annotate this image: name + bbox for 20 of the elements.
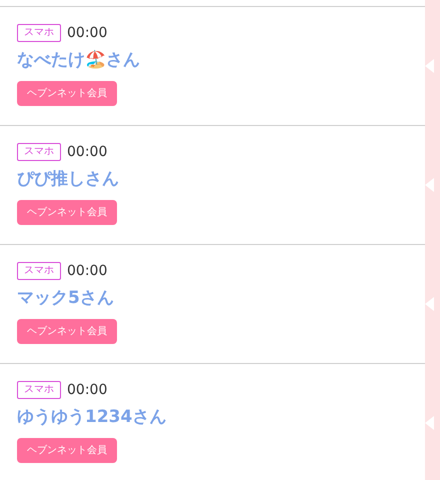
- notch-icon: [425, 58, 434, 72]
- user-name: なべたけ🏖さん: [17, 49, 140, 71]
- notch-icon: [425, 416, 434, 430]
- member-badge: ヘブンネット会員: [17, 438, 117, 463]
- member-badge: ヘブンネット会員: [17, 81, 117, 106]
- member-badge: ヘブンネット会員: [17, 200, 117, 225]
- time-text: 00:00: [67, 142, 108, 162]
- device-tag: スマホ: [17, 24, 61, 42]
- device-tag: スマホ: [17, 262, 61, 280]
- member-badge: ヘブンネット会員: [17, 319, 117, 344]
- user-name: ぴぴ推しさん: [17, 168, 119, 190]
- time-text: 00:00: [67, 24, 108, 42]
- user-name: ゆうゆう1234さん: [17, 406, 166, 428]
- notch-icon: [425, 178, 434, 192]
- notch-icon: [425, 296, 434, 310]
- user-name: マック5さん: [17, 287, 114, 309]
- time-text: 00:00: [67, 262, 108, 280]
- device-tag: スマホ: [17, 143, 61, 161]
- time-text: 00:00: [67, 380, 108, 400]
- device-tag: スマホ: [17, 381, 61, 399]
